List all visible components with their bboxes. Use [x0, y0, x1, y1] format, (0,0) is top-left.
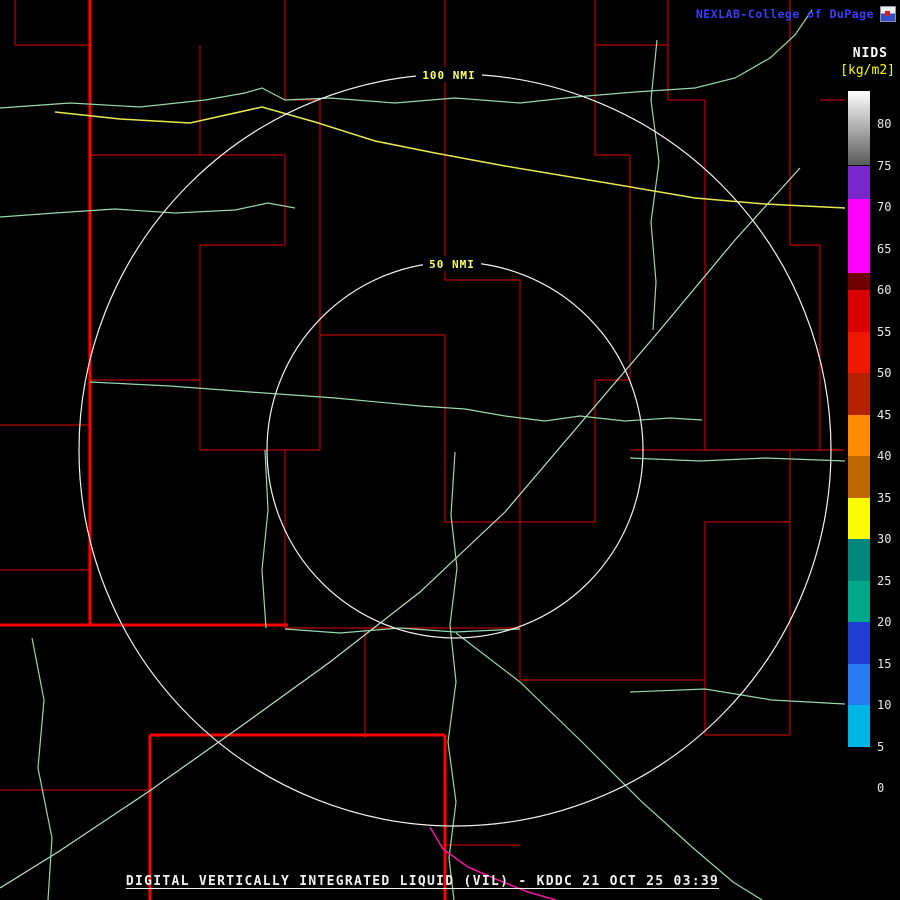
colorbar-tick-label: 50 [877, 366, 892, 380]
colorbar-tick-label: 45 [877, 407, 892, 422]
colorbar-segment [848, 497, 870, 539]
colorbar-segment [848, 456, 870, 498]
colorbar-tick-label: 55 [877, 324, 892, 339]
colorbar-segment [848, 580, 870, 622]
colorbar-tick-label: 60 [877, 283, 892, 297]
colorbar-segment [848, 290, 870, 332]
colorbar-segment [848, 539, 870, 581]
colorbar-segment [848, 373, 870, 415]
colorbar-tick-label: 25 [877, 573, 892, 588]
colorbar-segment [848, 273, 870, 290]
colorbar-tick-label: 15 [877, 656, 892, 671]
colorbar-segment [848, 705, 870, 747]
colorbar-segment [848, 746, 870, 788]
colorbar-segment [848, 198, 870, 274]
colorbar-tick-label: 80 [877, 117, 892, 131]
colorbar-tick-label: 5 [877, 739, 885, 754]
colorbar-segment [848, 622, 870, 664]
colorbar-tick-label: 10 [877, 698, 892, 712]
colorbar-segment [848, 165, 870, 199]
colorbar-tick-label: 20 [877, 615, 892, 629]
colorbar-tick-label: 75 [877, 158, 892, 173]
colorbar-tick-label: 35 [877, 490, 892, 505]
colorbar-segment [848, 663, 870, 705]
colorbar-segment [848, 90, 870, 166]
colorbar-segment [848, 414, 870, 456]
colorbar-segment [848, 331, 870, 373]
colorbar-tick-label: 65 [877, 241, 892, 256]
colorbar: 80 75 70 65 60 55 50 45 40 35 30 25 20 15 10 5 0 [0, 0, 900, 900]
colorbar-tick-label: 70 [877, 200, 892, 214]
colorbar-tick-label: 40 [877, 449, 892, 463]
colorbar-tick-label: 30 [877, 532, 892, 546]
product-caption: DIGITAL VERTICALLY INTEGRATED LIQUID (VI… [125, 874, 720, 889]
colorbar-tick-label: 0 [877, 781, 885, 795]
